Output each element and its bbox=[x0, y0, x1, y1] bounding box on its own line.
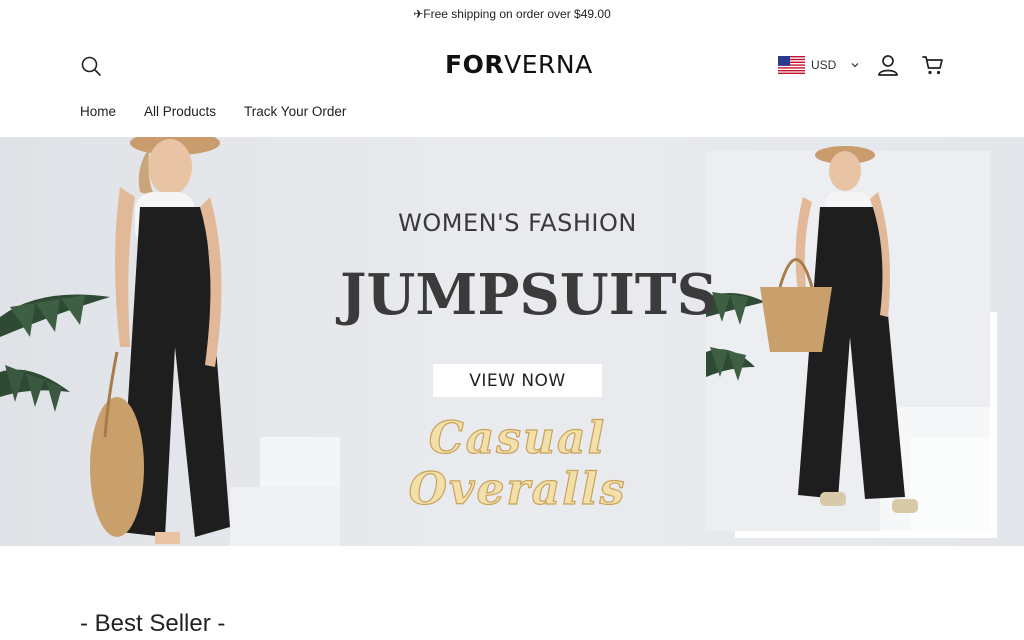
chevron-down-icon bbox=[851, 63, 859, 68]
site-header: FORVERNA USD bbox=[0, 40, 1024, 90]
account-button[interactable] bbox=[874, 51, 902, 79]
best-seller-heading: - Best Seller - bbox=[80, 610, 226, 637]
main-nav: Home All Products Track Your Order bbox=[80, 104, 346, 126]
brand-logo-light: VERNA bbox=[504, 50, 593, 79]
user-icon bbox=[878, 55, 898, 76]
nav-item-track-order[interactable]: Track Your Order bbox=[244, 104, 346, 126]
currency-selector[interactable]: USD bbox=[778, 54, 862, 76]
brand-logo[interactable]: FORVERNA bbox=[445, 50, 593, 80]
us-flag-icon bbox=[778, 56, 805, 74]
brand-logo-bold: FOR bbox=[445, 50, 505, 79]
nav-item-all-products[interactable]: All Products bbox=[144, 104, 216, 126]
announcement-bar: ✈Free shipping on order over $49.00 bbox=[0, 0, 1024, 28]
currency-code: USD bbox=[811, 58, 837, 72]
hero-title: JUMPSUITS bbox=[340, 262, 718, 328]
nav-item-home[interactable]: Home bbox=[80, 104, 116, 126]
cart-icon bbox=[922, 56, 943, 75]
hero-banner[interactable]: WOMEN'S FASHION JUMPSUITS VIEW NOW Casua… bbox=[0, 137, 1024, 546]
hero-subtitle: WOMEN'S FASHION bbox=[398, 209, 637, 237]
search-icon bbox=[81, 56, 101, 76]
view-now-button[interactable]: VIEW NOW bbox=[433, 364, 602, 397]
search-button[interactable] bbox=[78, 53, 104, 79]
hero-script-text: Casual Overalls bbox=[408, 412, 627, 515]
announcement-text: ✈Free shipping on order over $49.00 bbox=[413, 7, 611, 21]
cart-button[interactable] bbox=[919, 51, 947, 79]
